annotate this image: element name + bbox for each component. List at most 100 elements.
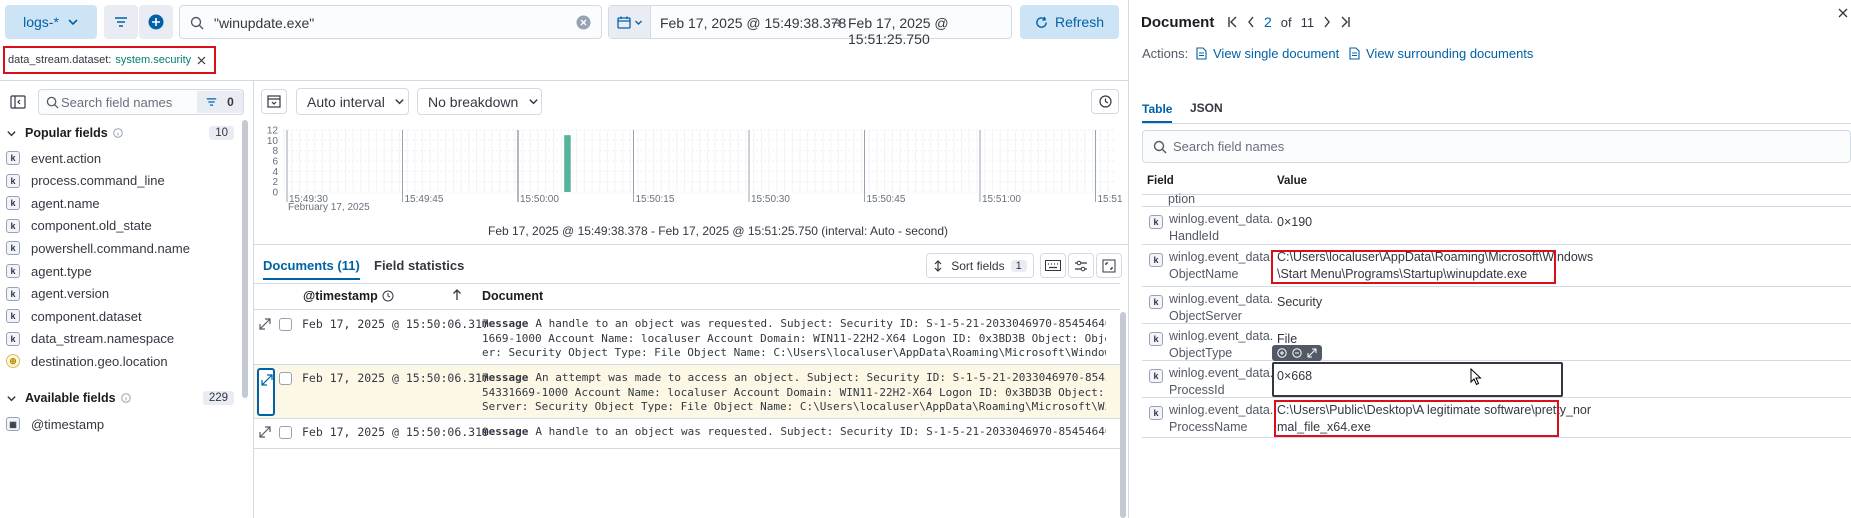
fullscreen-button[interactable] <box>1096 253 1122 278</box>
flyout-field-row[interactable]: k winlog.event_data. ObjectType File <box>1142 324 1851 361</box>
last-page-icon[interactable] <box>1340 16 1350 28</box>
view-single-document-link[interactable]: View single document <box>1196 46 1339 61</box>
popular-field-item[interactable]: k data_stream.namespace <box>6 329 174 349</box>
view-surrounding-documents-link[interactable]: View surrounding documents <box>1348 46 1533 61</box>
interval-selector[interactable]: Auto interval <box>296 88 409 115</box>
expand-row-button[interactable] <box>259 426 273 440</box>
time-end[interactable]: Feb 17, 2025 @ 15:51:25.750 <box>848 15 1011 47</box>
flyout-field-value[interactable]: 0×190 <box>1277 214 1312 231</box>
col-value-label: Value <box>1277 175 1308 187</box>
popular-field-item[interactable]: ⊕ destination.geo.location <box>6 351 168 371</box>
document-icon <box>1196 47 1207 60</box>
filter-in-icon[interactable] <box>1277 348 1288 358</box>
collapse-sidebar-button[interactable] <box>5 91 31 113</box>
popular-fields-header[interactable]: Popular fields 10 <box>6 123 238 143</box>
table-row[interactable]: Feb 17, 2025 @ 15:50:06.317 message An att… <box>254 365 1120 419</box>
flyout-field-row[interactable]: k winlog.event_data. HandleId 0×190 <box>1142 207 1851 245</box>
popular-field-name: agent.type <box>31 263 92 279</box>
chart-bar[interactable] <box>564 135 571 192</box>
add-filter-button[interactable] <box>139 5 173 39</box>
search-bar[interactable]: "winupdate.exe" <box>179 5 602 39</box>
row-checkbox[interactable] <box>279 318 292 331</box>
row-checkbox[interactable] <box>279 426 292 439</box>
search-query-text[interactable]: "winupdate.exe" <box>214 15 314 31</box>
flyout-field-name-line: ObjectServer <box>1169 309 1242 323</box>
density-button[interactable] <box>1040 253 1066 278</box>
quick-select-button[interactable] <box>609 6 651 38</box>
row-timestamp: Feb 17, 2025 @ 15:50:06.317 <box>302 317 489 331</box>
popular-field-item[interactable]: k event.action <box>6 148 101 168</box>
breakdown-selector[interactable]: No breakdown <box>417 88 542 115</box>
row-timestamp: Feb 17, 2025 @ 15:50:06.319 <box>302 425 489 439</box>
expand-row-button[interactable] <box>259 318 273 332</box>
flyout-value-line: 0×190 <box>1277 215 1313 229</box>
popular-field-item[interactable]: k agent.type <box>6 261 92 281</box>
row-document-text: An attempt was made to access an object.… <box>535 371 1106 384</box>
chart-x-tick-label: 15:50:30 <box>751 194 790 205</box>
available-fields-header[interactable]: Available fields 229 <box>6 388 238 408</box>
flyout-field-row[interactable]: k winlog.event_data. ObjectServer Security <box>1142 287 1851 324</box>
filter-menu-button[interactable] <box>104 5 138 39</box>
clock-icon <box>382 290 394 302</box>
row-document-key: message <box>482 371 529 384</box>
chevron-down-icon <box>528 96 539 107</box>
tab-documents[interactable]: Documents (11) <box>263 258 360 280</box>
column-header-document[interactable]: Document <box>482 289 543 303</box>
tab-field-statistics[interactable]: Field statistics <box>374 258 464 273</box>
sidebar-collapse-icon <box>10 95 26 109</box>
expand-row-button[interactable] <box>257 368 275 416</box>
field-filter-button[interactable]: 0 <box>197 91 243 113</box>
next-page-icon[interactable] <box>1323 16 1331 28</box>
chart-x-tick-label: 15:50:15 <box>636 194 675 205</box>
row-document-key: message <box>482 425 529 438</box>
flyout-field-name-line: winlog.event_data. <box>1169 250 1274 264</box>
row-document-line: Server: Security Object Type: File Objec… <box>482 400 1106 413</box>
display-settings-button[interactable] <box>1068 253 1094 278</box>
date-picker[interactable]: Feb 17, 2025 @ 15:49:38.378 Feb 17, 2025… <box>608 5 1012 47</box>
chart-options-button[interactable] <box>261 89 287 114</box>
sort-ascending-icon[interactable] <box>452 289 462 301</box>
clear-search-icon[interactable] <box>576 15 591 30</box>
flyout-search-box[interactable]: Search field names <box>1142 130 1851 163</box>
keyword-type-icon: k <box>6 151 20 165</box>
popular-field-item[interactable]: k powershell.command.name <box>6 238 190 258</box>
column-header-timestamp[interactable]: @timestamp <box>303 289 394 303</box>
flyout-field-value[interactable]: Security <box>1277 294 1322 311</box>
tab-json[interactable]: JSON <box>1190 101 1223 115</box>
actions-label: Actions: <box>1142 46 1189 61</box>
table-row[interactable]: Feb 17, 2025 @ 15:50:06.319 message A hand… <box>254 419 1120 449</box>
sidebar-scrollbar[interactable] <box>242 120 248 398</box>
tab-table[interactable]: Table <box>1142 101 1173 123</box>
popular-field-name: destination.geo.location <box>31 353 168 369</box>
time-start[interactable]: Feb 17, 2025 @ 15:49:38.378 <box>660 15 846 31</box>
chart-panel-icon <box>267 95 281 108</box>
sort-fields-button[interactable]: Sort fields 1 <box>926 253 1034 278</box>
available-field-item[interactable]: ▦ @timestamp <box>6 414 104 434</box>
chart-x-tick-label: 15:51:15 <box>1098 194 1123 205</box>
refresh-button[interactable]: Refresh <box>1020 5 1119 39</box>
popular-field-item[interactable]: k component.dataset <box>6 306 142 326</box>
chart-settings-icon <box>1098 94 1113 109</box>
field-search-box[interactable]: Search field names 0 <box>38 89 244 115</box>
chevron-down-icon <box>394 96 405 107</box>
popular-field-name: component.old_state <box>31 218 152 234</box>
expand-icon[interactable] <box>1307 348 1317 358</box>
popular-field-item[interactable]: k agent.version <box>6 284 109 304</box>
filter-out-icon[interactable] <box>1292 348 1302 358</box>
keyword-type-icon: k <box>6 286 20 301</box>
flyout-field-name-line: ProcessName <box>1169 420 1248 434</box>
table-row[interactable]: Feb 17, 2025 @ 15:50:06.317 message A hand… <box>254 311 1120 365</box>
row-checkbox[interactable] <box>279 372 292 385</box>
cell-actions-popover <box>1272 345 1322 361</box>
popular-field-item[interactable]: k agent.name <box>6 193 100 213</box>
close-flyout-icon[interactable] <box>1838 8 1848 18</box>
histogram-chart[interactable]: 12108642015:49:30 15:49:45 15:50:00 15:50:1… <box>262 122 1122 217</box>
table-scrollbar[interactable] <box>1120 312 1126 518</box>
previous-page-icon[interactable] <box>1247 16 1255 28</box>
chart-settings-button[interactable] <box>1091 89 1119 114</box>
popular-field-item[interactable]: k process.command_line <box>6 171 165 191</box>
popular-field-item[interactable]: k component.old_state <box>6 216 152 236</box>
index-pattern-selector[interactable]: logs-* <box>5 5 97 39</box>
row-document-text: 54331669-1000 Account Name: localuser Ac… <box>482 385 1106 399</box>
first-page-icon[interactable] <box>1228 16 1238 28</box>
